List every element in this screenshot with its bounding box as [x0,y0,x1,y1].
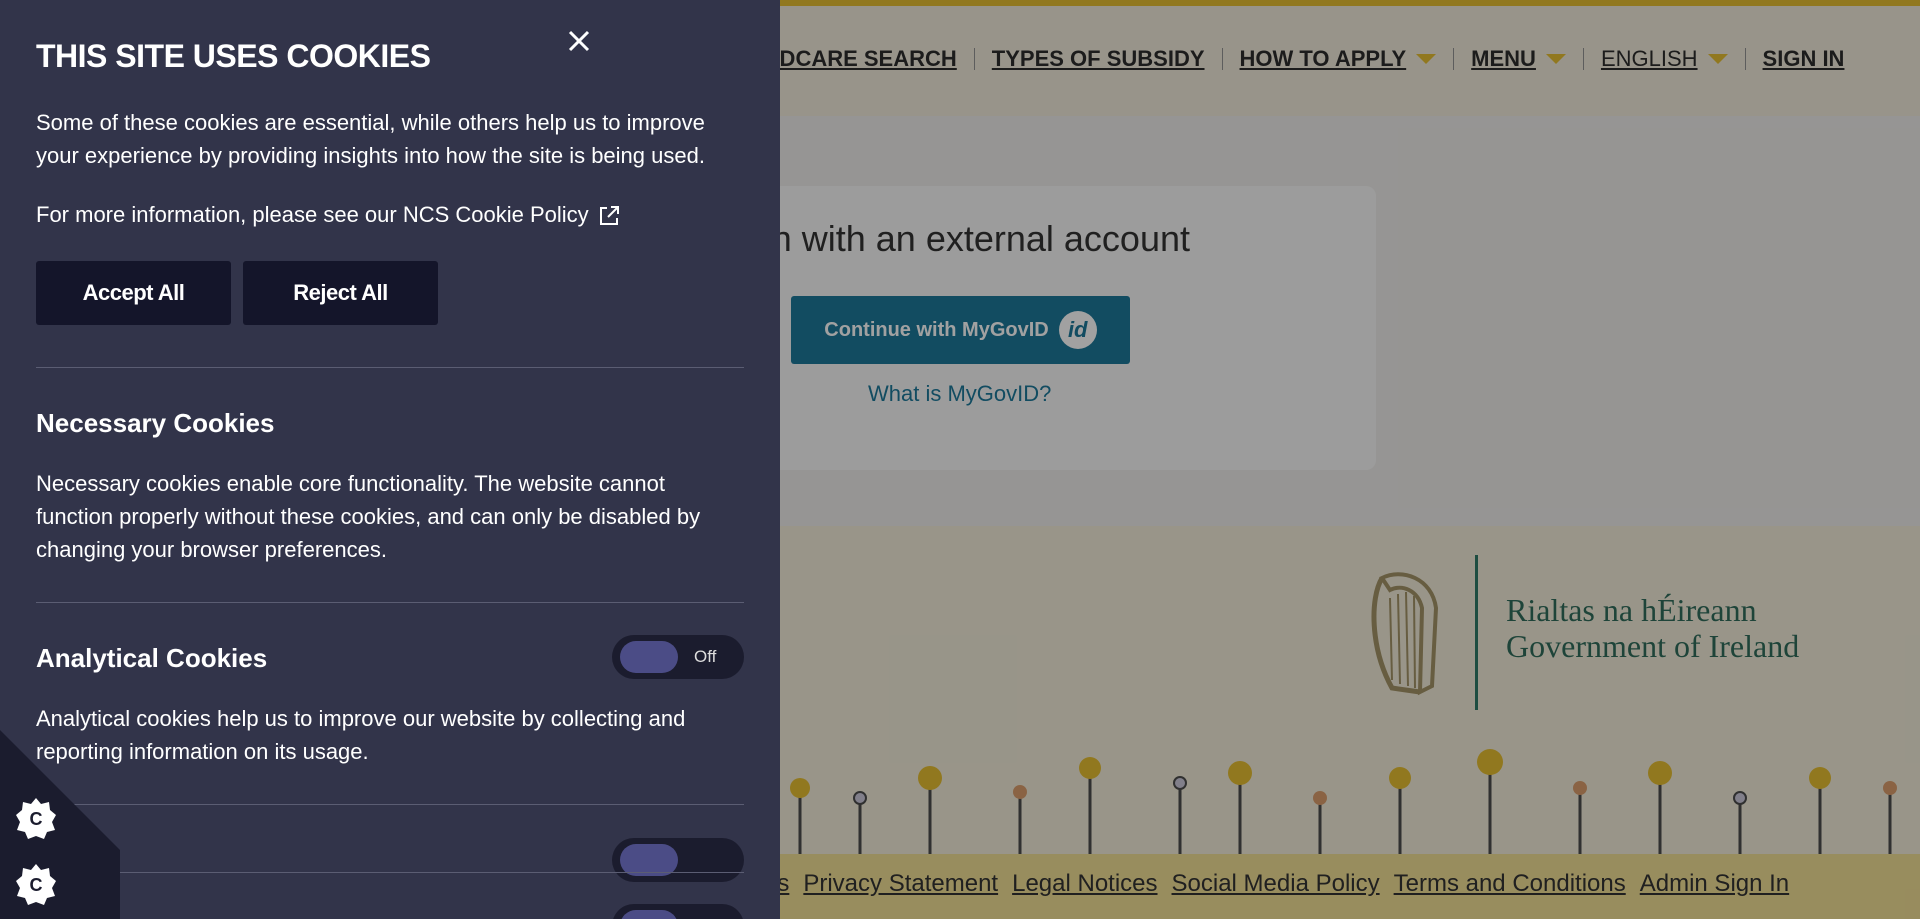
svg-text:C: C [30,809,43,829]
accept-all-button[interactable]: Accept All [36,261,231,325]
cookie-policy-line: For more information, please see our NCS… [36,198,736,231]
cookie-policy-link[interactable]: For more information, please see our NCS… [36,202,589,227]
cookie-panel-title: THIS SITE USES COOKIES [36,38,431,74]
reject-all-button[interactable]: Reject All [243,261,438,325]
section-divider [36,367,744,368]
necessary-cookies-title: Necessary Cookies [36,408,275,438]
analytical-cookies-title: Analytical Cookies [36,643,268,673]
section-divider [36,602,744,603]
section-divider [36,872,744,873]
toggle-knob [620,910,678,919]
necessary-cookies-text: Necessary cookies enable core functional… [36,471,701,562]
svg-text:C: C [30,875,43,895]
analytical-cookies-text: Analytical cookies help us to improve ou… [36,706,686,764]
next-cookie-toggle[interactable] [612,838,744,882]
cookie-settings-icon[interactable]: C [14,862,58,906]
next-cookie-toggle[interactable] [612,904,744,919]
close-icon[interactable] [564,26,594,56]
cookie-intro-text: Some of these cookies are essential, whi… [36,110,705,168]
external-link-icon [599,206,619,226]
section-divider [36,804,744,805]
toggle-state-label: Off [694,647,717,666]
toggle-knob [620,641,678,673]
analytical-cookies-toggle[interactable]: Off [612,635,744,679]
cookie-settings-icon[interactable]: C [14,796,58,840]
